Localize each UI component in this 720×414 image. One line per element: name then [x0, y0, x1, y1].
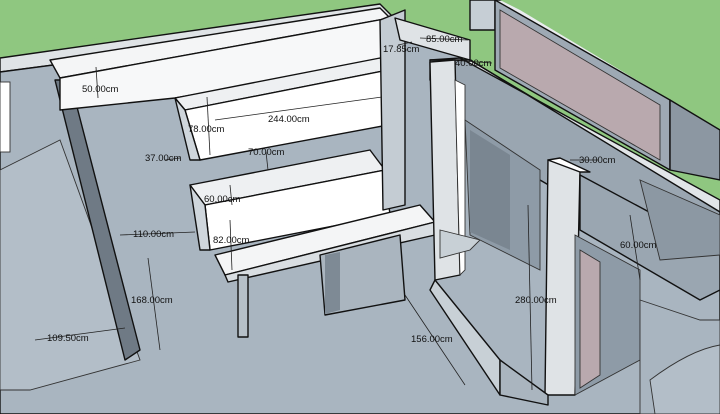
dimension-label: 244.00cm [268, 114, 310, 125]
bar-leg [237, 274, 249, 338]
outer-wall-top-post [469, 0, 496, 31]
model-canvas: 50.00cm 78.00cm 244.00cm 37.00cm 70.00cm… [0, 0, 720, 414]
dimension-label: 60.00cm [620, 240, 657, 251]
dimension-label: 50.00cm [82, 84, 119, 95]
right-door [579, 249, 601, 389]
left-window [0, 81, 11, 153]
dimension-label: 85.00cm [426, 34, 463, 45]
dimension-label: 109.50cm [47, 333, 89, 344]
dimension-label: 37.00cm [145, 153, 182, 164]
dimension-label: 168.00cm [131, 295, 173, 306]
dimension-label: 70.00cm [248, 147, 285, 158]
dimension-label: 40.00cm [455, 58, 492, 69]
dimension-label: 82.00cm [213, 235, 250, 246]
dimension-label: 110.00cm [133, 229, 174, 240]
dimension-label: 280.00cm [515, 295, 557, 306]
dimension-label: 30.00cm [579, 155, 616, 166]
dimension-label: 156.00cm [411, 334, 453, 345]
dimension-label: 78.00cm [188, 124, 225, 135]
dimension-label: 17.85cm [383, 44, 420, 55]
dimension-label: 60.00cm [204, 194, 241, 205]
sketchup-viewport[interactable]: 50.00cm 78.00cm 244.00cm 37.00cm 70.00cm… [0, 0, 720, 414]
